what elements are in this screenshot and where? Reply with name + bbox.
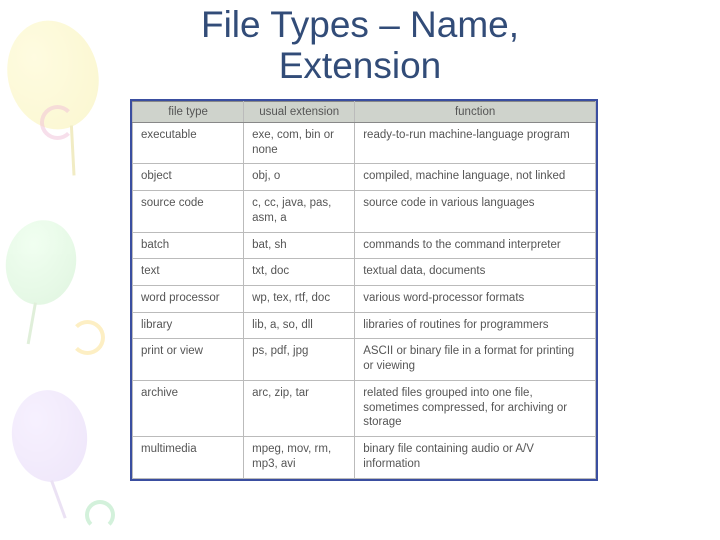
- title-line2: Extension: [279, 45, 442, 86]
- table-row: print or view ps, pdf, jpg ASCII or bina…: [133, 339, 596, 380]
- page-title: File Types – Name, Extension: [0, 4, 720, 87]
- table-row: multimedia mpeg, mov, rm, mp3, avi binar…: [133, 437, 596, 478]
- cell-file-type: archive: [133, 380, 244, 436]
- cell-extension: wp, tex, rtf, doc: [244, 286, 355, 313]
- cell-function: various word-processor formats: [355, 286, 596, 313]
- table-row: executable exe, com, bin or none ready-t…: [133, 123, 596, 164]
- cell-function: commands to the command interpreter: [355, 232, 596, 259]
- header-usual-extension: usual extension: [244, 102, 355, 123]
- cell-file-type: executable: [133, 123, 244, 164]
- cell-function: source code in various languages: [355, 191, 596, 232]
- table-header-row: file type usual extension function: [133, 102, 596, 123]
- cell-file-type: object: [133, 164, 244, 191]
- cell-extension: c, cc, java, pas, asm, a: [244, 191, 355, 232]
- cell-file-type: text: [133, 259, 244, 286]
- table-row: word processor wp, tex, rtf, doc various…: [133, 286, 596, 313]
- cell-extension: exe, com, bin or none: [244, 123, 355, 164]
- title-line1: File Types – Name,: [201, 4, 519, 45]
- cell-function: compiled, machine language, not linked: [355, 164, 596, 191]
- cell-file-type: multimedia: [133, 437, 244, 478]
- table-row: archive arc, zip, tar related files grou…: [133, 380, 596, 436]
- table-row: text txt, doc textual data, documents: [133, 259, 596, 286]
- swirl-decoration: [70, 320, 105, 355]
- cell-function: related files grouped into one file, som…: [355, 380, 596, 436]
- header-function: function: [355, 102, 596, 123]
- cell-file-type: print or view: [133, 339, 244, 380]
- cell-function: binary file containing audio or A/V info…: [355, 437, 596, 478]
- header-file-type: file type: [133, 102, 244, 123]
- cell-file-type: source code: [133, 191, 244, 232]
- cell-extension: bat, sh: [244, 232, 355, 259]
- swirl-decoration: [85, 500, 115, 530]
- file-types-table-container: file type usual extension function execu…: [130, 99, 598, 481]
- cell-extension: lib, a, so, dll: [244, 312, 355, 339]
- table-row: source code c, cc, java, pas, asm, a sou…: [133, 191, 596, 232]
- balloon-decoration: [0, 215, 83, 311]
- cell-function: textual data, documents: [355, 259, 596, 286]
- cell-file-type: batch: [133, 232, 244, 259]
- table-row: object obj, o compiled, machine language…: [133, 164, 596, 191]
- cell-extension: obj, o: [244, 164, 355, 191]
- cell-extension: mpeg, mov, rm, mp3, avi: [244, 437, 355, 478]
- cell-extension: txt, doc: [244, 259, 355, 286]
- swirl-decoration: [40, 105, 75, 140]
- cell-function: ready-to-run machine-language program: [355, 123, 596, 164]
- cell-function: ASCII or binary file in a format for pri…: [355, 339, 596, 380]
- table-row: batch bat, sh commands to the command in…: [133, 232, 596, 259]
- cell-file-type: library: [133, 312, 244, 339]
- cell-extension: ps, pdf, jpg: [244, 339, 355, 380]
- file-types-table: file type usual extension function execu…: [132, 101, 596, 479]
- balloon-decoration: [6, 385, 93, 487]
- cell-extension: arc, zip, tar: [244, 380, 355, 436]
- table-row: library lib, a, so, dll libraries of rou…: [133, 312, 596, 339]
- cell-function: libraries of routines for programmers: [355, 312, 596, 339]
- cell-file-type: word processor: [133, 286, 244, 313]
